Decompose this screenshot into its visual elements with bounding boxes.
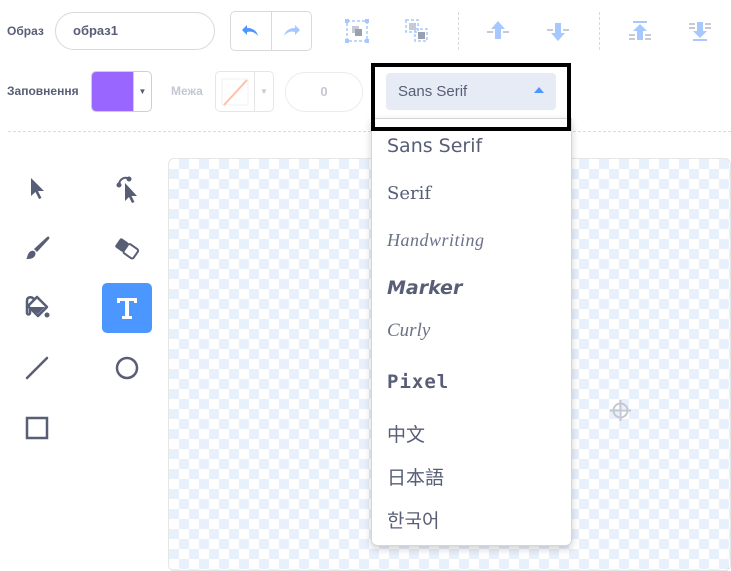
font-option-handwriting[interactable]: Handwriting	[387, 230, 485, 251]
circle-tool[interactable]	[102, 343, 152, 393]
fill-color-picker[interactable]: ▼	[91, 71, 152, 112]
forward-button[interactable]	[484, 17, 512, 45]
ungroup-icon	[405, 19, 428, 42]
font-option-pixel[interactable]: Pixel	[387, 371, 449, 393]
font-option-japanese[interactable]: 日本語	[387, 463, 444, 490]
costume-name-input[interactable]: образ1	[55, 12, 215, 50]
reshape-tool[interactable]	[102, 163, 152, 213]
font-dropdown-menu: Sans Serif Serif Handwriting Marker Curl…	[371, 118, 572, 546]
fill-color-swatch	[92, 72, 133, 111]
text-tool[interactable]	[102, 283, 152, 333]
select-tool[interactable]	[12, 163, 62, 213]
redo-button[interactable]	[270, 12, 312, 50]
no-color-icon	[216, 72, 254, 111]
costume-label: Образ	[7, 24, 44, 38]
font-option-serif[interactable]: Serif	[387, 183, 431, 204]
ungroup-button[interactable]	[403, 17, 431, 45]
highlight-box	[371, 63, 571, 131]
undo-redo-group	[230, 11, 312, 51]
toolbar-divider	[458, 12, 459, 50]
fill-label: Заповнення	[7, 84, 79, 98]
circle-icon	[115, 356, 139, 380]
group-icon	[345, 19, 369, 43]
text-t-icon	[117, 298, 137, 319]
reshape-cursor-icon	[116, 176, 137, 203]
outline-color-picker[interactable]: ▼	[215, 71, 274, 112]
line-tool[interactable]	[12, 343, 62, 393]
rectangle-tool[interactable]	[12, 403, 62, 453]
group-button[interactable]	[343, 17, 371, 45]
arrow-cursor-icon	[31, 178, 44, 199]
font-option-chinese[interactable]: 中文	[387, 420, 425, 447]
undo-button[interactable]	[231, 12, 271, 50]
paint-bucket-icon	[25, 295, 50, 318]
front-button[interactable]	[626, 17, 654, 45]
arrow-down-icon	[547, 23, 569, 41]
toolbar-separator	[8, 131, 731, 132]
brush-icon	[26, 236, 50, 259]
line-icon	[25, 356, 49, 380]
toolbar-divider-2	[599, 12, 600, 50]
undo-icon	[241, 25, 258, 36]
square-icon	[25, 416, 49, 440]
outline-label: Межа	[171, 84, 203, 98]
font-option-curly[interactable]: Curly	[387, 320, 430, 342]
arrow-to-front-icon	[629, 21, 651, 40]
backward-button[interactable]	[544, 17, 572, 45]
fill-dropdown-caret-icon: ▼	[133, 72, 151, 111]
eraser-icon	[115, 238, 140, 260]
brush-tool[interactable]	[12, 223, 62, 273]
redo-icon	[284, 25, 301, 36]
outline-dropdown-caret-icon: ▼	[254, 72, 273, 111]
font-option-sans-serif[interactable]: Sans Serif	[387, 135, 482, 157]
font-option-korean[interactable]: 한국어	[387, 506, 439, 533]
arrow-to-back-icon	[689, 22, 711, 41]
canvas-center-crosshair-icon	[609, 399, 632, 427]
fill-tool[interactable]	[12, 283, 62, 333]
arrow-up-icon	[487, 21, 509, 39]
outline-width-input[interactable]: 0	[285, 72, 363, 112]
font-option-marker[interactable]: Marker	[387, 277, 462, 299]
back-button[interactable]	[686, 17, 714, 45]
eraser-tool[interactable]	[102, 223, 152, 273]
